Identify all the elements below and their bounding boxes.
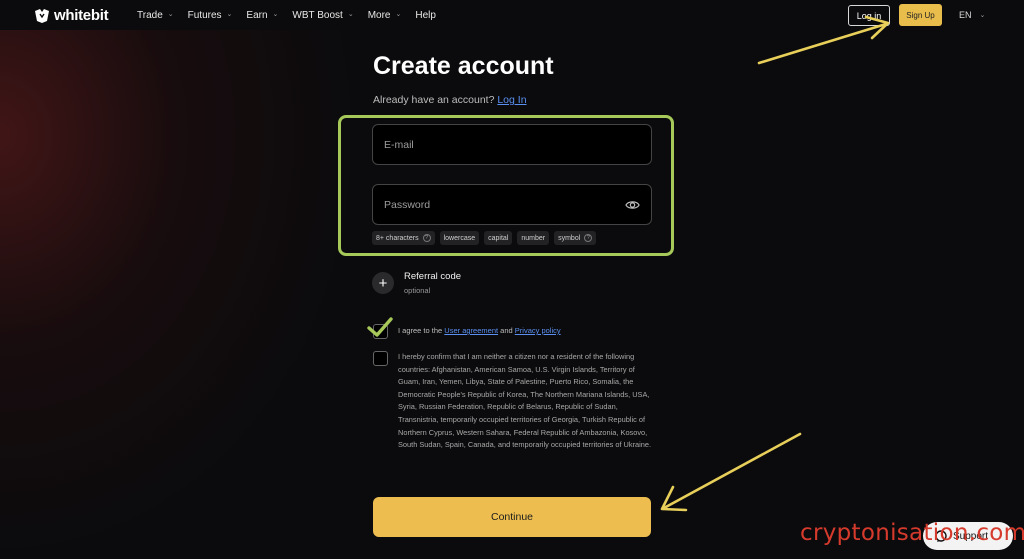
referral-texts: Referral code optional [404,270,461,295]
chevron-down-icon: ⌄ [347,11,354,18]
top-navigation: whitebit Trade ⌄ Futures ⌄ Earn ⌄ WBT Bo… [0,0,1024,30]
nav-item-label: Help [415,9,436,21]
nav-item-label: WBT Boost [292,9,343,21]
requirement-label: capital [488,234,509,242]
chat-icon [935,530,947,542]
requirement-label: 8+ characters [376,234,419,242]
requirement-chip: symbol ? [554,231,597,245]
agree-and: and [500,326,513,335]
arrow-to-continue [660,432,802,512]
agree-prefix: I agree to the [398,326,443,335]
help-icon[interactable]: ? [422,234,431,242]
language-selector[interactable]: EN ⌄ [959,10,985,20]
annotation-arrows [660,15,890,512]
requirement-chip: number [517,231,550,245]
help-icon[interactable]: ? [584,234,593,242]
chevron-down-icon: ⌄ [167,11,174,18]
nav-item-futures[interactable]: Futures ⌄ [188,10,233,21]
password-field[interactable]: Password [372,184,652,225]
email-placeholder: E-mail [384,138,414,151]
requirement-chip: capital [484,231,513,245]
requirement-chip: lowercase [439,231,480,245]
email-field[interactable]: E-mail [372,124,652,165]
nav-item-label: Futures [187,9,222,21]
privacy-policy-link[interactable]: Privacy policy [515,326,561,335]
requirement-label: number [521,234,546,242]
referral-code-toggle[interactable]: + Referral code optional [372,270,461,295]
login-button[interactable]: Log in [848,5,890,26]
agree-text: I agree to the User agreement and Privac… [398,326,561,335]
password-placeholder: Password [384,198,431,211]
chevron-down-icon: ⌄ [272,11,279,18]
requirement-label: lowercase [443,234,476,242]
password-requirements: 8+ characters ? lowercase capital number… [372,231,597,245]
page-title: Create account [373,52,554,80]
support-label: Support [953,530,989,542]
nav-item-earn[interactable]: Earn ⌄ [246,10,278,21]
already-text: Already have an account? [373,94,495,106]
user-agreement-link[interactable]: User agreement [444,326,498,335]
login-link[interactable]: Log In [497,94,526,106]
nav-item-more[interactable]: More ⌄ [368,10,402,21]
plus-icon[interactable]: + [372,272,394,294]
nav-item-label: Trade [137,9,163,21]
main-menu: Trade ⌄ Futures ⌄ Earn ⌄ WBT Boost ⌄ Mor… [137,0,450,30]
nav-item-help[interactable]: Help [415,10,436,21]
language-label: EN [959,10,972,20]
continue-button[interactable]: Continue [373,497,651,537]
background-glow [0,30,360,559]
signup-button[interactable]: Sign Up [899,4,942,26]
chevron-down-icon: ⌄ [979,12,986,19]
requirement-label: symbol [558,234,581,242]
nav-item-trade[interactable]: Trade ⌄ [137,10,174,21]
chevron-down-icon: ⌄ [226,11,233,18]
eye-icon[interactable] [625,198,640,212]
referral-label: Referral code [404,271,462,282]
referral-optional: optional [404,286,431,295]
already-have-account: Already have an account? Log In [373,94,527,106]
checkmark-icon [367,317,393,337]
support-button[interactable]: Support [923,522,1013,550]
requirement-chip: 8+ characters ? [372,231,435,245]
whitebit-logo-icon [35,8,49,23]
nav-item-label: More [367,9,391,21]
nav-item-label: Earn [246,9,268,21]
chevron-down-icon: ⌄ [395,11,402,18]
nav-item-wbt-boost[interactable]: WBT Boost ⌄ [292,10,353,21]
residency-checkbox[interactable] [373,351,388,366]
residency-confirm-text: I hereby confirm that I am neither a cit… [398,352,652,450]
whitebit-logo[interactable]: whitebit [34,7,109,24]
logo-text: whitebit [54,7,109,24]
